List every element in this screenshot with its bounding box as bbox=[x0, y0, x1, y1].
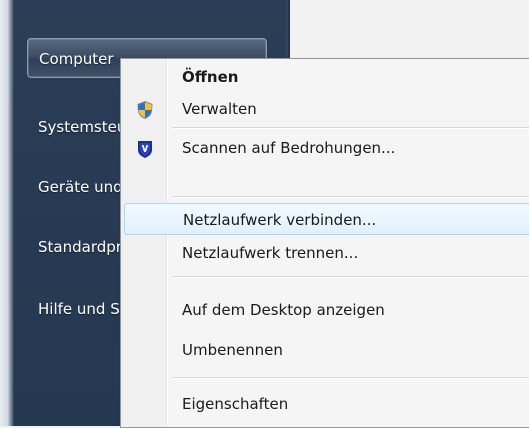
menu-item-rename[interactable]: Umbenennen bbox=[123, 334, 529, 366]
menu-item-label: Netzlaufwerk verbinden... bbox=[183, 211, 377, 229]
menu-item-label: Netzlaufwerk trennen... bbox=[182, 244, 359, 262]
menu-separator bbox=[172, 377, 529, 379]
menu-separator bbox=[172, 127, 529, 129]
menu-item-label: Eigenschaften bbox=[182, 395, 289, 413]
menu-separator bbox=[172, 196, 529, 198]
menu-item-manage[interactable]: Verwalten bbox=[123, 93, 529, 125]
menu-item-disconnect-network-drive[interactable]: Netzlaufwerk trennen... bbox=[123, 237, 529, 269]
menu-item-scan[interactable]: Scannen auf Bedrohungen... bbox=[123, 132, 529, 164]
menu-item-properties[interactable]: Eigenschaften bbox=[123, 388, 529, 420]
antivirus-shield-icon bbox=[135, 138, 155, 158]
menu-item-label: Auf dem Desktop anzeigen bbox=[182, 301, 385, 319]
menu-item-show-on-desktop[interactable]: Auf dem Desktop anzeigen bbox=[123, 294, 529, 326]
uac-shield-icon bbox=[135, 99, 155, 119]
menu-item-label: Umbenennen bbox=[182, 341, 283, 359]
menu-item-label: Öffnen bbox=[182, 68, 239, 86]
menu-item-label: Scannen auf Bedrohungen... bbox=[182, 139, 396, 157]
context-menu: Öffnen Verwalten Scannen auf Bedrohungen… bbox=[120, 58, 529, 428]
menu-separator bbox=[172, 276, 529, 278]
menu-item-open[interactable]: Öffnen bbox=[123, 61, 529, 93]
menu-item-label: Verwalten bbox=[182, 100, 257, 118]
menu-item-map-network-drive[interactable]: Netzlaufwerk verbinden... bbox=[124, 203, 529, 235]
